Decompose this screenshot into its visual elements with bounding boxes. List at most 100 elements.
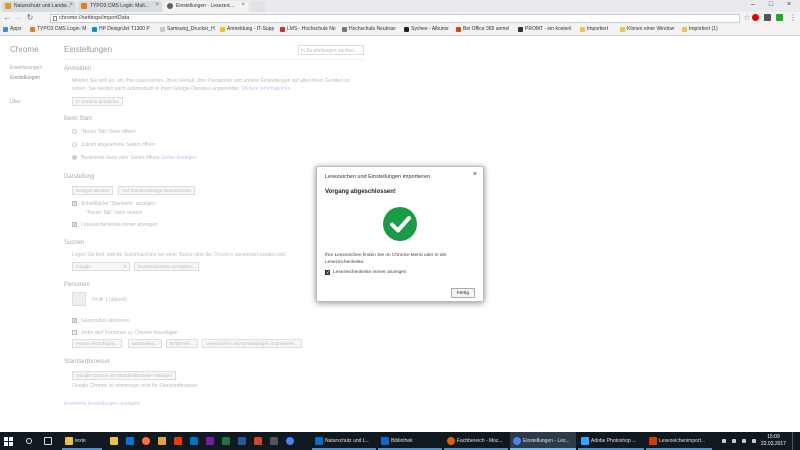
page-icon [160, 27, 165, 32]
folder-icon [580, 27, 585, 32]
word-icon[interactable] [238, 437, 246, 445]
success-check-icon [383, 207, 417, 241]
onenote-icon[interactable] [206, 437, 214, 445]
taskbar-item[interactable]: texte [62, 432, 102, 450]
bookmark-apps[interactable]: Apps [3, 26, 21, 32]
extension-icon[interactable] [764, 14, 771, 21]
menu-icon[interactable]: ⋮ [788, 13, 798, 23]
taskbar-item[interactable]: Fachbereich - Moz... [444, 432, 508, 450]
bookmark-folder[interactable]: Importiert (1) [682, 26, 718, 32]
tab-title: Naturschutz und Landw... [14, 3, 71, 9]
done-button[interactable]: Fertig [450, 288, 475, 298]
dialog-message: Ihre Lesezeichen finden Sie im Chrome-Me… [325, 253, 447, 265]
firefox-icon [447, 437, 455, 445]
volume-icon[interactable] [742, 439, 746, 443]
taskbar: texte Naturschutz und L... Bibliothek Fa… [0, 432, 800, 450]
tab-title: TYPO3 CMS Login: Mult... [90, 3, 149, 9]
tab-naturschutz[interactable]: Naturschutz und Landw... × [2, 1, 76, 12]
photoshop-icon [581, 437, 589, 445]
minimize-icon[interactable]: – [744, 0, 762, 10]
show-desktop-button[interactable] [792, 432, 796, 450]
address-bar[interactable]: chrome://settings/importData [50, 14, 740, 23]
clock-date: 22.03.2017 [760, 441, 786, 447]
network-icon[interactable] [732, 439, 736, 443]
excel-icon[interactable] [222, 437, 230, 445]
extension-icon[interactable] [776, 14, 783, 21]
typo3-icon [30, 27, 35, 32]
show-bookmarks-bar-checkbox[interactable]: ✓ [325, 270, 330, 276]
file-explorer-icon[interactable] [110, 437, 118, 445]
close-tab-icon[interactable]: × [155, 2, 159, 8]
folder-icon [65, 437, 73, 445]
checkmark-icon [390, 216, 411, 233]
apps-icon [3, 27, 8, 32]
bookmark-item[interactable]: Bei Office 365 anmel [456, 26, 509, 32]
bookmarks-bar: Apps TYPO3 CMS Login: M HP DesignJet T13… [0, 24, 800, 36]
app-icon[interactable] [158, 437, 166, 445]
star-icon[interactable]: ☆ [742, 13, 752, 23]
tab-strip: Naturschutz und Landw... × TYPO3 CMS Log… [0, 0, 800, 12]
close-tab-icon[interactable]: × [69, 2, 73, 8]
tray-icon[interactable] [722, 439, 726, 443]
bookmark-item[interactable]: Samsung_Drucker_H [160, 26, 215, 32]
reload-icon[interactable]: ↻ [25, 13, 35, 23]
task-view-icon[interactable] [44, 437, 52, 445]
dialog-heading: Vorgang abgeschlossen! [325, 189, 396, 195]
bookmark-item[interactable]: LMS - Hochschule Ne [280, 26, 336, 32]
taskbar-item[interactable]: Einstellungen - Les... [510, 432, 576, 450]
lms-icon [280, 27, 285, 32]
bookmark-item[interactable]: HP DesignJet T1300 P [92, 26, 150, 32]
tab-typo3[interactable]: TYPO3 CMS Login: Mult... × [78, 1, 162, 12]
typo3-icon [81, 3, 87, 9]
browser-toolbar: ← → ↻ chrome://settings/importData ☆ ⋮ [0, 12, 800, 24]
support-icon [220, 27, 225, 32]
close-icon[interactable]: × [473, 171, 477, 178]
chrome-icon [513, 437, 521, 445]
powerpoint-icon[interactable] [254, 437, 262, 445]
bookmark-folder[interactable]: Klonen einer Window [620, 26, 674, 32]
adblock-icon[interactable] [752, 14, 759, 21]
bookmark-item[interactable]: TYPO3 CMS Login: M [30, 26, 86, 32]
new-tab-button[interactable] [250, 1, 265, 12]
chrome-icon[interactable] [286, 437, 294, 445]
dialog-title: Lesezeichen und Einstellungen importiere… [325, 174, 431, 180]
close-window-icon[interactable]: × [780, 0, 798, 10]
checkbox-label: Lesezeichenleiste immer anzeigen [333, 270, 407, 275]
windows-start-icon[interactable] [4, 437, 13, 446]
hp-icon [92, 27, 97, 32]
bookmark-item[interactable]: Hochschule Neubran [342, 26, 396, 32]
folder-icon [620, 27, 625, 32]
page-icon [53, 16, 57, 21]
window-icon [315, 437, 323, 445]
gear-icon [167, 3, 173, 9]
outlook-icon[interactable] [190, 437, 198, 445]
tab-title: Einstellungen - Lesezeic... [176, 3, 235, 9]
taskbar-item[interactable]: Adobe Photoshop ... [578, 432, 644, 450]
taskbar-item[interactable]: Lesezeichenimport... [646, 432, 712, 450]
taskbar-item[interactable]: Bibliothek [378, 432, 442, 450]
bookmark-item[interactable]: Sychee - Albums [404, 26, 449, 32]
maximize-icon[interactable]: □ [762, 0, 780, 10]
language-icon[interactable] [752, 439, 756, 443]
window-icon [381, 437, 389, 445]
app-icon[interactable] [270, 437, 278, 445]
taskbar-item[interactable]: Naturschutz und L... [312, 432, 376, 450]
import-dialog: Lesezeichen und Einstellungen importiere… [316, 166, 484, 302]
office-icon [456, 27, 461, 32]
tab-einstellungen[interactable]: Einstellungen - Lesezeic... × [164, 1, 248, 12]
close-tab-icon[interactable]: × [241, 2, 245, 8]
clock[interactable]: 15:09 22.03.2017 [761, 434, 786, 448]
forward-icon[interactable]: → [13, 13, 23, 23]
promt-icon [518, 27, 523, 32]
firefox-icon[interactable] [142, 437, 150, 445]
search-icon[interactable] [26, 438, 32, 444]
folder-icon [5, 3, 11, 9]
url-text: chrome://settings/importData [59, 15, 130, 21]
edge-icon[interactable] [126, 437, 134, 445]
bookmark-folder[interactable]: Importiert [580, 26, 608, 32]
bookmark-item[interactable]: Anmeldung - IT-Supp [220, 26, 274, 32]
office-icon[interactable] [174, 437, 182, 445]
powerpoint-icon [649, 437, 657, 445]
bookmark-item[interactable]: PROMT - ein kostenl [518, 26, 571, 32]
back-icon[interactable]: ← [2, 13, 12, 23]
